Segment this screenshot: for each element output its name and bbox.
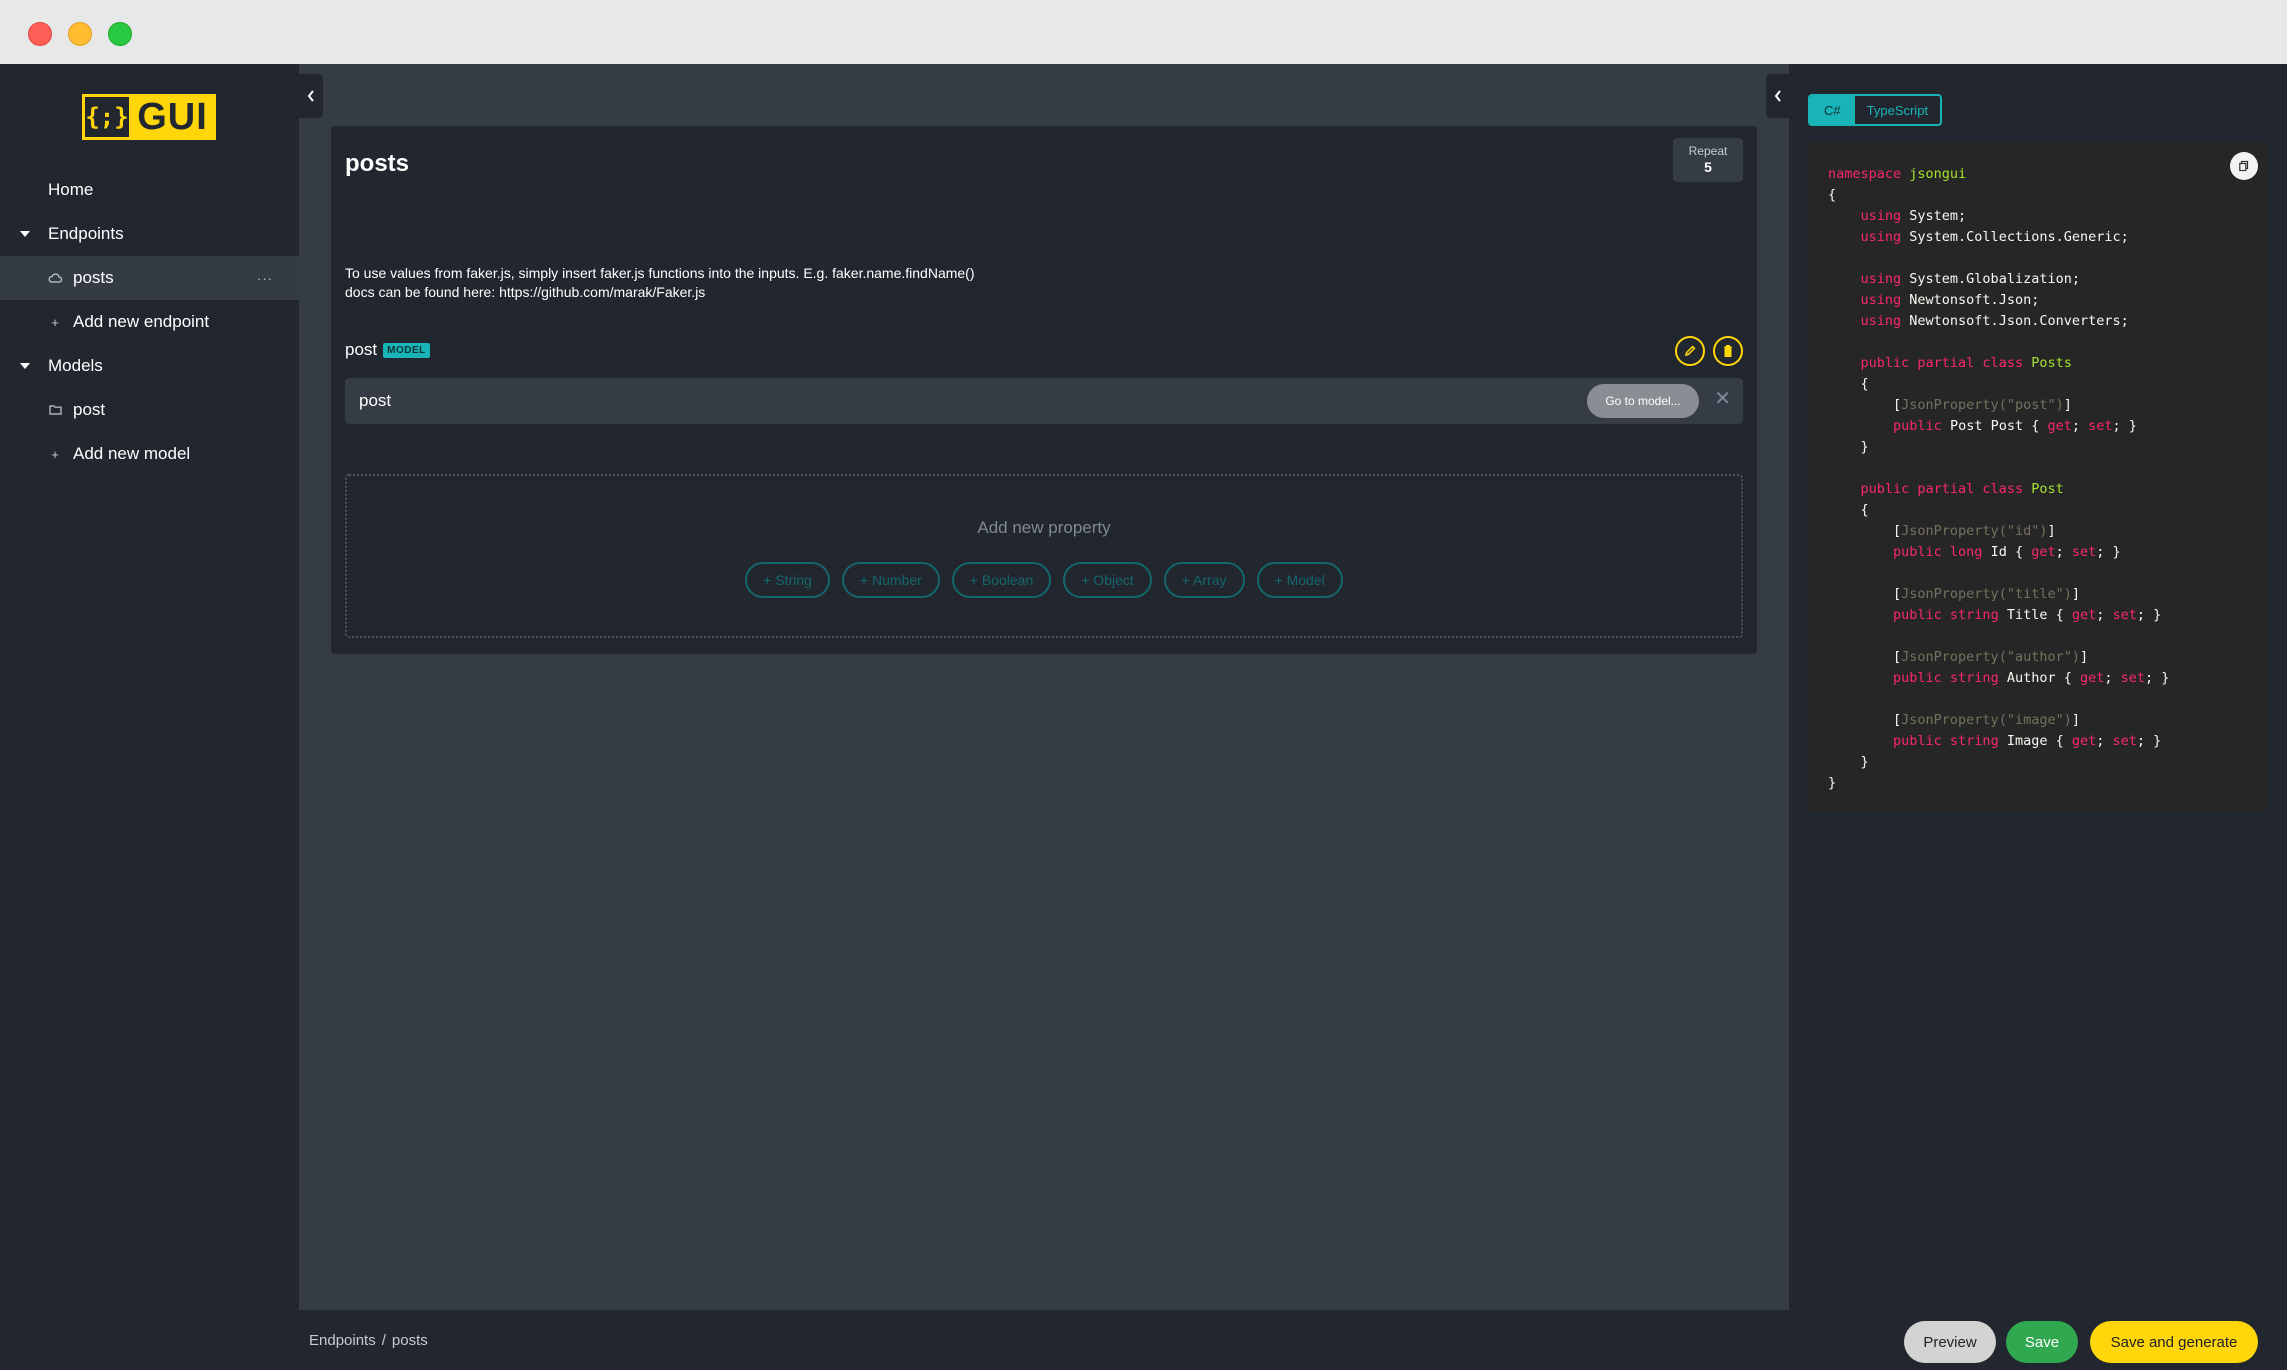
generated-code: namespace jsongui { using System; using … xyxy=(1828,166,2170,791)
plus-icon: + xyxy=(51,314,59,330)
model-name: post xyxy=(345,340,378,359)
add-model-property-button[interactable]: + Model xyxy=(1256,562,1343,598)
sidebar-group-endpoints[interactable]: Endpoints xyxy=(0,212,299,256)
hint-line: To use values from faker.js, simply inse… xyxy=(345,265,975,281)
add-array-button[interactable]: + Array xyxy=(1163,562,1245,598)
close-window-button[interactable] xyxy=(28,22,52,46)
copy-icon xyxy=(2239,160,2249,172)
endpoint-card: posts Repeat 5 To use values from faker.… xyxy=(331,126,1757,654)
sidebar-item-model-post[interactable]: post xyxy=(0,388,299,432)
copy-button[interactable] xyxy=(2230,152,2258,180)
chevron-left-icon xyxy=(1774,90,1781,102)
sidebar-item-label: posts xyxy=(73,268,114,287)
add-boolean-button[interactable]: + Boolean xyxy=(951,562,1052,598)
repeat-field[interactable]: Repeat 5 xyxy=(1673,138,1743,182)
add-property-title: Add new property xyxy=(977,518,1111,537)
caret-down-icon[interactable] xyxy=(20,363,30,369)
model-row-header: post MODEL xyxy=(345,340,430,360)
collapse-sidebar-button[interactable] xyxy=(299,74,323,118)
logo-word: GUI xyxy=(137,95,208,138)
sidebar-item-label: Add new model xyxy=(73,444,191,463)
plus-icon: + xyxy=(51,446,59,462)
edit-button[interactable] xyxy=(1675,336,1705,366)
sidebar-group-models[interactable]: Models xyxy=(0,344,299,388)
more-options-icon[interactable]: ··· xyxy=(257,271,273,286)
sidebar-item-label: post xyxy=(73,400,106,419)
add-endpoint-button[interactable]: + Add new endpoint xyxy=(0,300,299,344)
maximize-window-button[interactable] xyxy=(108,22,132,46)
add-string-button[interactable]: + String xyxy=(745,562,830,598)
faker-hint: To use values from faker.js, simply inse… xyxy=(345,264,975,302)
model-field-value: post xyxy=(359,391,392,410)
breadcrumb: Endpoints / posts xyxy=(309,1332,428,1349)
breadcrumb-item: posts xyxy=(391,1332,428,1349)
app: {;} GUI Home Endpoints posts ··· + Add n… xyxy=(0,64,2287,1370)
add-property-zone: Add new property + String + Number + Boo… xyxy=(345,474,1743,638)
go-to-model-button[interactable]: Go to model... xyxy=(1587,384,1699,418)
page-title: posts xyxy=(345,150,410,177)
code-preview[interactable]: namespace jsongui { using System; using … xyxy=(1808,142,2268,812)
sidebar: {;} GUI Home Endpoints posts ··· + Add n… xyxy=(0,64,299,1370)
model-select-field[interactable]: post Go to model... ✕ xyxy=(345,378,1743,424)
repeat-label: Repeat xyxy=(1688,144,1728,158)
add-model-button[interactable]: + Add new model xyxy=(0,432,299,476)
sidebar-item-endpoint-posts[interactable]: posts ··· xyxy=(0,256,299,300)
sidebar-item-label: Add new endpoint xyxy=(73,312,210,331)
app-logo[interactable]: {;} GUI xyxy=(82,94,216,140)
save-button[interactable]: Save xyxy=(2006,1321,2078,1363)
sidebar-item-label: Endpoints xyxy=(48,224,124,243)
repeat-value[interactable]: 5 xyxy=(1673,159,1743,175)
delete-button[interactable] xyxy=(1713,336,1743,366)
cloud-icon xyxy=(48,271,63,286)
property-type-buttons: + String + Number + Boolean + Object + A… xyxy=(347,562,1741,598)
model-badge: MODEL xyxy=(383,342,430,358)
folder-icon xyxy=(48,403,62,418)
sidebar-item-home[interactable]: Home xyxy=(0,168,299,212)
tab-csharp[interactable]: C# xyxy=(1810,96,1855,124)
breadcrumb-item[interactable]: Endpoints xyxy=(309,1332,376,1349)
window-titlebar xyxy=(0,0,2287,64)
trash-icon xyxy=(1724,345,1732,357)
breadcrumb-separator: / xyxy=(381,1332,386,1349)
add-number-button[interactable]: + Number xyxy=(841,562,940,598)
sidebar-item-label: Home xyxy=(48,180,94,199)
sidebar-item-label: Models xyxy=(48,356,103,375)
language-tabs: C# TypeScript xyxy=(1808,94,1943,126)
save-and-generate-button[interactable]: Save and generate xyxy=(2090,1321,2258,1363)
logo-braces: {;} xyxy=(85,97,129,137)
caret-down-icon[interactable] xyxy=(20,231,30,237)
minimize-window-button[interactable] xyxy=(68,22,92,46)
preview-button[interactable]: Preview xyxy=(1904,1321,1996,1363)
pencil-icon xyxy=(1684,345,1696,357)
tab-typescript[interactable]: TypeScript xyxy=(1855,96,1940,124)
collapse-code-panel-button[interactable] xyxy=(1766,74,1790,118)
chevron-left-icon xyxy=(307,90,314,102)
add-object-button[interactable]: + Object xyxy=(1063,562,1152,598)
hint-line: docs can be found here: https://github.c… xyxy=(345,284,706,300)
close-icon[interactable]: ✕ xyxy=(1714,389,1731,409)
